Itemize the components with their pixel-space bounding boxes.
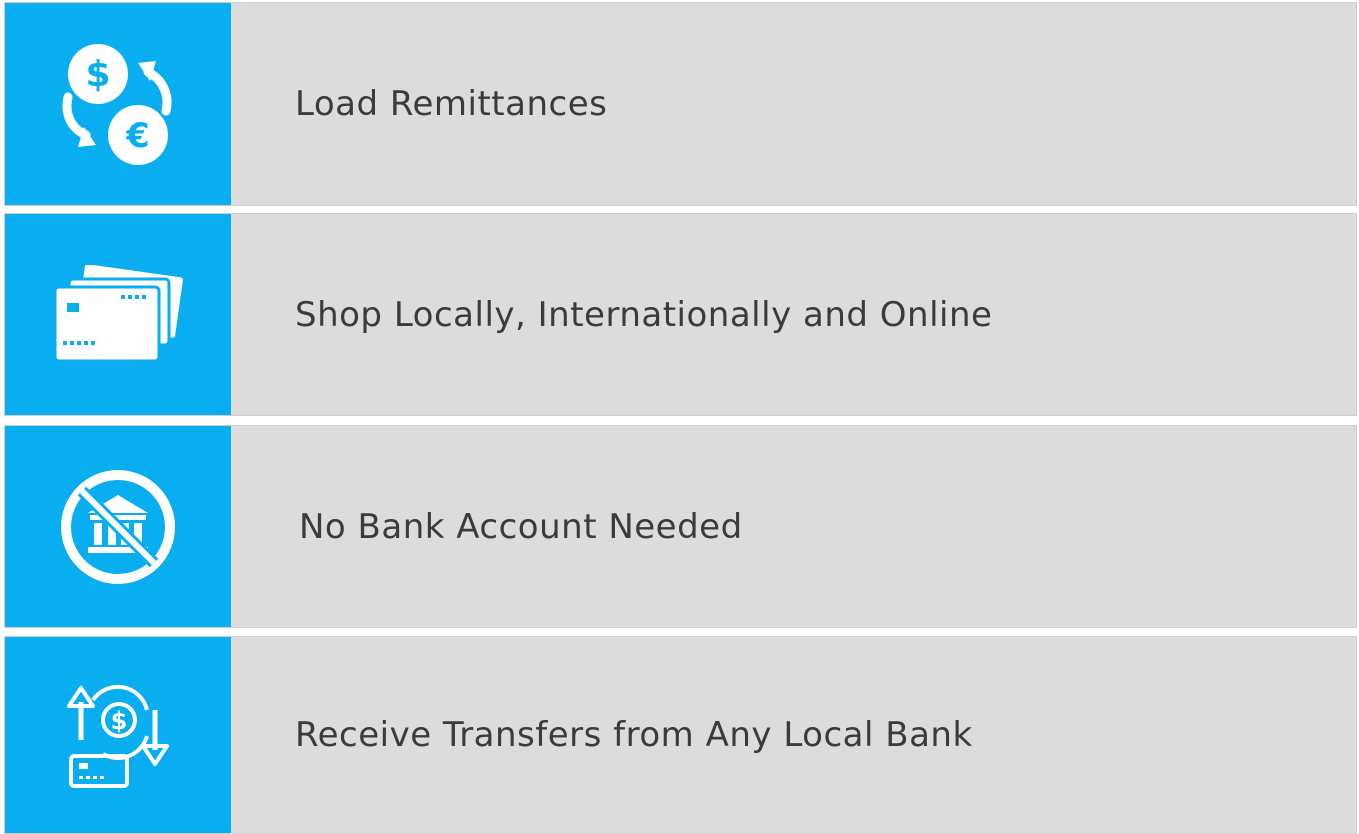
- feature-icon-tile: $ €: [5, 3, 231, 205]
- feature-label: Shop Locally, Internationally and Online: [295, 294, 993, 335]
- feature-row-no-bank: No Bank Account Needed: [4, 425, 1357, 628]
- feature-label: No Bank Account Needed: [299, 506, 743, 547]
- feature-icon-tile: [5, 426, 231, 627]
- feature-row-shop: Shop Locally, Internationally and Online: [4, 213, 1357, 416]
- transfer-card-icon: $: [67, 684, 169, 788]
- svg-text:€: €: [125, 116, 150, 156]
- feature-label: Load Remittances: [295, 84, 608, 124]
- feature-label: Receive Transfers from Any Local Bank: [295, 715, 973, 755]
- feature-icon-tile: $: [5, 637, 231, 833]
- no-bank-icon: [61, 469, 175, 584]
- credit-cards-icon: [53, 264, 183, 362]
- feature-icon-tile: [5, 214, 231, 415]
- svg-text:$: $: [85, 54, 110, 95]
- feature-row-receive-transfers: $ Receive Transfers from Any Local Bank: [4, 636, 1357, 834]
- currency-exchange-icon: $ €: [62, 44, 172, 165]
- svg-text:$: $: [111, 707, 128, 735]
- feature-row-load-remittances: $ € Load Remittances: [4, 2, 1357, 206]
- feature-list: $ € Load Remittances Shop Locally, Inter…: [0, 0, 1359, 834]
